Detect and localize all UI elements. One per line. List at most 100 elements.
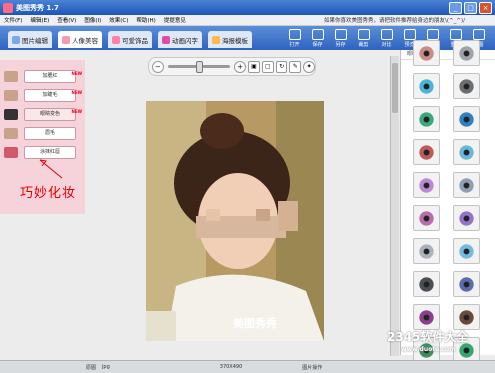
status-original-label: 原图 bbox=[86, 364, 97, 371]
blush-thumbnail bbox=[4, 70, 18, 82]
eye-lens-icon bbox=[419, 111, 434, 127]
image-edit-icon bbox=[12, 35, 20, 44]
brush-icon[interactable]: ✦ bbox=[303, 60, 316, 73]
eye-color-swatch[interactable] bbox=[413, 205, 440, 231]
animation-icon bbox=[162, 35, 170, 44]
menu-view[interactable]: 查看(V) bbox=[53, 16, 80, 24]
eye-lens-icon bbox=[459, 45, 474, 61]
status-image-ops[interactable]: 图片操作 bbox=[302, 364, 322, 371]
lipstick-thumbnail bbox=[4, 146, 18, 158]
eye-color-swatch[interactable] bbox=[453, 106, 480, 132]
eye-color-swatch[interactable] bbox=[453, 172, 480, 198]
poster-icon bbox=[212, 35, 220, 44]
menu-help[interactable]: 帮助(H) bbox=[132, 16, 159, 24]
eye-color-swatch[interactable] bbox=[413, 238, 440, 264]
site-watermark: 2345软件大全 bbox=[387, 330, 469, 344]
new-badge: NEW bbox=[71, 108, 83, 114]
compare-icon bbox=[380, 28, 393, 40]
tab-image-edit[interactable]: 图片编辑 bbox=[8, 31, 52, 48]
zoom-in-button[interactable]: + bbox=[234, 60, 247, 73]
zoom-out-button[interactable]: − bbox=[152, 60, 164, 73]
eye-color-swatch[interactable] bbox=[453, 304, 480, 330]
eyebrow-thumbnail bbox=[4, 127, 18, 139]
rotate-icon[interactable]: ↻ bbox=[275, 60, 288, 73]
redo-icon bbox=[449, 28, 462, 40]
eye-color-swatch[interactable] bbox=[453, 271, 480, 297]
new-badge: NEW bbox=[71, 89, 83, 95]
eyelash-button[interactable]: 加睫毛 NEW bbox=[24, 88, 82, 102]
eye-color-swatch[interactable] bbox=[453, 73, 480, 99]
makeup-item-eyelash[interactable]: 加睫毛 NEW bbox=[4, 87, 82, 103]
menu-image[interactable]: 图像(I) bbox=[80, 16, 105, 24]
annotation-label: 巧妙化妆 bbox=[20, 186, 77, 201]
save-button[interactable]: 保存 bbox=[306, 26, 329, 50]
eye-color-swatch[interactable] bbox=[453, 139, 480, 165]
eye-color-swatch[interactable] bbox=[453, 205, 480, 231]
makeup-item-lipstick[interactable]: 涂抹红唇 bbox=[4, 144, 80, 160]
ad-text[interactable]: 如果你喜欢美图秀秀，请把软件推荐给身边的朋友\(^_^)/ bbox=[324, 16, 465, 24]
eye-lens-icon bbox=[459, 309, 474, 325]
crop-button[interactable]: 裁剪 bbox=[352, 26, 375, 50]
save-as-button[interactable]: 另存 bbox=[329, 26, 352, 50]
status-image-size: 370X490 bbox=[219, 364, 243, 370]
save-icon bbox=[311, 28, 324, 40]
close-button[interactable]: × bbox=[479, 2, 492, 14]
tab-portrait-beauty[interactable]: 人像美容 bbox=[58, 31, 102, 48]
new-badge: NEW bbox=[71, 70, 83, 76]
eye-color-swatch[interactable] bbox=[413, 304, 440, 330]
status-filename: jpg bbox=[102, 364, 110, 370]
maximize-button[interactable]: □ bbox=[464, 2, 477, 14]
menu-file[interactable]: 文件(F) bbox=[0, 16, 26, 24]
open-icon bbox=[288, 28, 301, 40]
menu-bar: 文件(F) 编辑(E) 查看(V) 图像(I) 效果(C) 帮助(H) 提提意见… bbox=[0, 15, 495, 26]
eye-color-swatch[interactable] bbox=[413, 172, 440, 198]
eye-lens-icon bbox=[419, 45, 434, 61]
actual-size-icon[interactable]: ▢ bbox=[261, 60, 274, 73]
makeup-item-eye-color[interactable]: 眼睛变色 NEW bbox=[4, 106, 82, 122]
menu-feedback[interactable]: 提提意见 bbox=[160, 16, 190, 24]
eye-color-swatch[interactable] bbox=[413, 271, 440, 297]
eyebrow-button[interactable]: 眉毛 bbox=[24, 126, 76, 140]
save-as-icon bbox=[334, 28, 347, 40]
eye-color-button[interactable]: 眼睛变色 NEW bbox=[24, 107, 82, 121]
right-panel-scrollbar[interactable] bbox=[390, 56, 399, 356]
eye-color-swatch[interactable] bbox=[453, 40, 480, 66]
eye-color-swatch[interactable] bbox=[413, 106, 440, 132]
eye-material-panel: 眼睛 bbox=[400, 40, 495, 363]
app-logo-icon bbox=[3, 2, 13, 13]
makeup-item-blush[interactable]: 加腮红 NEW bbox=[4, 68, 82, 84]
eye-lens-icon bbox=[459, 177, 474, 193]
tab-animation[interactable]: 动画闪字 bbox=[158, 31, 202, 48]
decoration-icon bbox=[112, 35, 120, 44]
eyelash-thumbnail bbox=[4, 89, 18, 101]
makeup-item-eyebrow[interactable]: 眉毛 bbox=[4, 125, 80, 141]
eye-color-swatch[interactable] bbox=[413, 139, 440, 165]
scrollbar-thumb[interactable] bbox=[392, 63, 398, 113]
compare-button[interactable]: 对比 bbox=[375, 26, 398, 50]
eye-lens-icon bbox=[419, 276, 434, 292]
eye-lens-icon bbox=[419, 243, 434, 259]
eye-lens-icon bbox=[459, 210, 474, 226]
zoom-slider-knob[interactable] bbox=[195, 61, 203, 73]
eye-color-swatch[interactable] bbox=[453, 238, 480, 264]
eye-lens-icon bbox=[459, 78, 474, 94]
fit-window-icon[interactable]: ▣ bbox=[248, 60, 260, 73]
tab-cute-decorations[interactable]: 可爱饰品 bbox=[108, 31, 152, 48]
zoom-slider[interactable] bbox=[167, 61, 231, 73]
lipstick-button[interactable]: 涂抹红唇 bbox=[24, 145, 76, 159]
eye-color-swatch[interactable] bbox=[413, 40, 440, 66]
minimize-button[interactable]: _ bbox=[449, 2, 462, 14]
eye-lens-icon bbox=[419, 210, 434, 226]
eye-lens-icon bbox=[459, 243, 474, 259]
menu-effects[interactable]: 效果(C) bbox=[105, 16, 132, 24]
crop-icon bbox=[357, 28, 370, 40]
tab-poster-template[interactable]: 海报模板 bbox=[208, 31, 252, 48]
menu-edit[interactable]: 编辑(E) bbox=[26, 16, 53, 24]
blush-button[interactable]: 加腮红 NEW bbox=[24, 69, 82, 83]
edit-icon[interactable]: ✎ bbox=[289, 60, 302, 73]
eye-lens-icon bbox=[419, 78, 434, 94]
photo-canvas[interactable]: 美图秀秀 bbox=[146, 101, 324, 341]
open-button[interactable]: 打开 bbox=[283, 26, 306, 50]
eye-lens-icon bbox=[419, 144, 434, 160]
eye-color-swatch[interactable] bbox=[413, 73, 440, 99]
